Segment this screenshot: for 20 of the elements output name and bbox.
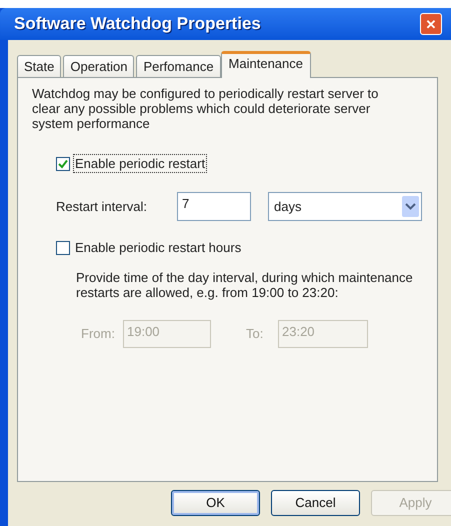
chevron-down-icon xyxy=(402,196,419,217)
tab[interactable]: Perfomance xyxy=(136,55,221,78)
description-text: Watchdog may be configured to periodically restart server to clear any possible problems which could deteriorate server system performance xyxy=(32,86,380,131)
tab[interactable]: Maintenance xyxy=(220,51,311,78)
help-text: Provide time of the day interval, during which maintenance restarts are allowed, e.g. from 19:00 to 23:20: xyxy=(76,270,414,300)
checkbox[interactable] xyxy=(56,156,70,170)
checkbox-label[interactable]: Enable periodic restart xyxy=(74,155,206,172)
dialog-button[interactable]: Cancel xyxy=(271,490,360,516)
tab[interactable]: Operation xyxy=(63,55,134,78)
dialog-button[interactable]: OK xyxy=(171,490,260,516)
checkbox[interactable] xyxy=(56,240,70,254)
field-label: Restart interval: xyxy=(56,198,148,216)
close-button[interactable]: ✕ xyxy=(420,13,442,35)
unit-dropdown[interactable]: days xyxy=(268,192,422,221)
checkbox-label[interactable]: Enable periodic restart hours xyxy=(74,239,242,256)
interval-input[interactable]: 7 xyxy=(177,192,251,221)
window-title: Software Watchdog Properties xyxy=(14,13,261,36)
field-label: From: xyxy=(81,325,116,344)
tab[interactable]: State xyxy=(17,55,62,78)
field-label: To: xyxy=(246,325,264,344)
